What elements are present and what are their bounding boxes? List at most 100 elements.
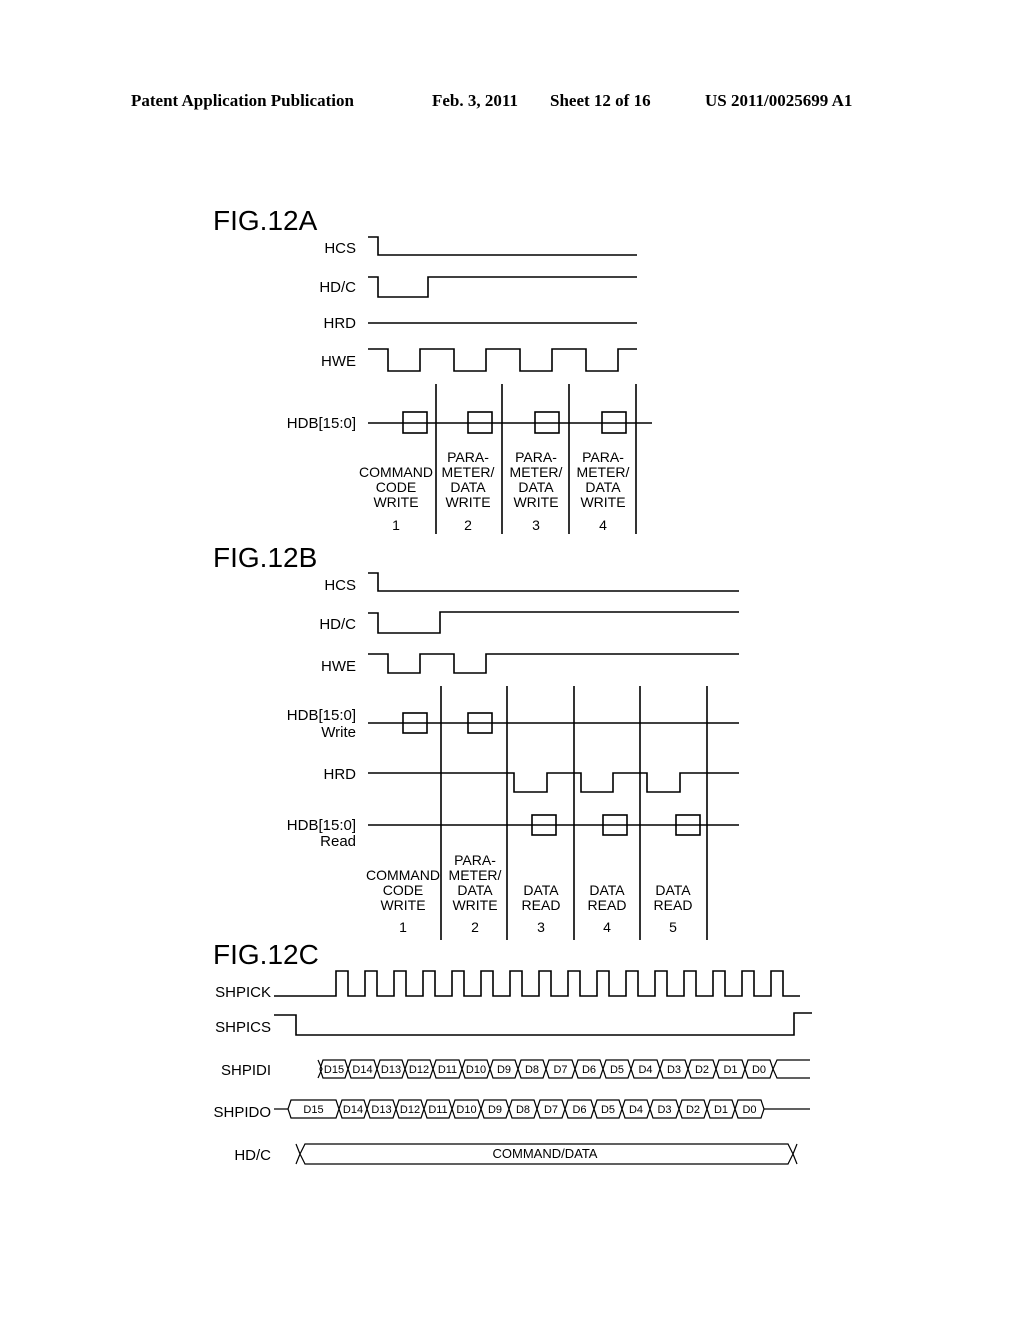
bit-label: D6 [572,1104,586,1116]
fig12a-title: FIG.12A [213,205,318,236]
phase-label-line: METER/ [577,464,630,480]
bit-label: D9 [497,1064,511,1076]
phase-label-line: PARA- [454,852,496,868]
fig12a: FIG.12A HCS HD/C HRD HWE HDB[15:0] COMMA… [213,205,652,534]
bit-label: D11 [428,1104,447,1116]
phase-label-line: DATA [518,479,554,495]
fig12c-title: FIG.12C [213,939,319,970]
bit-label: D3 [657,1104,671,1116]
phase-number: 3 [537,919,545,935]
phase-label-line: DATA [523,882,559,898]
fig12c-hdc-label: COMMAND/DATA [493,1146,598,1161]
phase-number: 4 [599,517,607,533]
fig12a-wave-hwe [368,348,637,372]
phase-label-line: DATA [655,882,691,898]
bit-label: D15 [324,1064,344,1076]
phase-label-line: COMMAND [366,867,440,883]
phase-number: 4 [603,919,611,935]
fig12a-label-hcs: HCS [324,240,356,257]
phase-label-line: CODE [376,479,416,495]
phase-label-line: DATA [589,882,625,898]
fig12c-label-hdc: HD/C [234,1147,271,1164]
fig12a-label-hdc: HD/C [319,279,356,296]
phase-label-line: DATA [450,479,486,495]
fig12b-label-hdb-write: HDB[15:0] [287,707,356,724]
phase-number: 3 [532,517,540,533]
phase-label-line: COMMAND [359,464,433,480]
fig12b: FIG.12B HCS HD/C HWE HDB[15:0] Write HRD… [213,542,739,940]
phase-label-line: DATA [585,479,621,495]
fig12a-label-hdb: HDB[15:0] [287,415,356,432]
bit-label: D7 [544,1104,558,1116]
fig12c-shpidi-cells: D15 D14 D13 D12 D11 D10 D9 D8 D7 D6 D5 D4 D3 D2 D1 D0 [317,1059,810,1079]
bit-label: D14 [343,1104,363,1116]
timing-diagrams: FIG.12A HCS HD/C HRD HWE HDB[15:0] COMMA… [213,205,812,1165]
phase-label-line: WRITE [380,897,425,913]
fig12b-label-hwe: HWE [321,658,356,675]
bit-label: D11 [438,1064,457,1076]
fig12b-label-read: Read [320,833,356,850]
phase-label-line: WRITE [445,494,490,510]
phase-number: 2 [471,919,479,935]
bit-label: D2 [686,1104,700,1116]
bit-label: D0 [742,1104,756,1116]
bit-label: D4 [629,1104,643,1116]
fig12b-phase-labels: COMMANDCODEWRITE1PARA-METER/DATAWRITE2DA… [366,852,692,935]
phase-label-line: PARA- [582,449,624,465]
bit-label: D1 [714,1104,728,1116]
bit-label: D0 [752,1064,766,1076]
bit-label: D15 [303,1104,323,1116]
bit-label: D10 [456,1104,476,1116]
bit-label: D1 [723,1064,737,1076]
fig12a-label-hrd: HRD [324,315,357,332]
fig12b-label-hdb-read: HDB[15:0] [287,817,356,834]
bit-label: D10 [466,1064,486,1076]
phase-label-line: METER/ [510,464,563,480]
bit-label: D13 [381,1064,401,1076]
phase-label-line: DATA [457,882,493,898]
bit-label: D4 [638,1064,652,1076]
bit-label: D5 [601,1104,615,1116]
fig12c-wave-shpics [274,1012,812,1036]
bit-label: D12 [400,1104,420,1116]
bit-label: D14 [352,1064,372,1076]
bit-label: D13 [371,1104,391,1116]
phase-number: 2 [464,517,472,533]
fig12a-wave-hdc [368,276,637,298]
phase-number: 5 [669,919,677,935]
phase-number: 1 [392,517,400,533]
bit-label: D3 [667,1064,681,1076]
bit-label: D6 [582,1064,596,1076]
fig12b-wave-hdc [368,611,739,634]
bit-label: D8 [525,1064,539,1076]
phase-label-line: METER/ [442,464,495,480]
fig12c-shpido-cells: D15 D14 D13 D12 D11 D10 D9 D8 D7 D6 D5 D4 D3 D2 D1 D0 [274,1099,810,1119]
bit-label: D9 [488,1104,502,1116]
phase-label-line: METER/ [449,867,502,883]
fig12c-label-shpick: SHPICK [215,984,271,1001]
bit-label: D7 [553,1064,567,1076]
bit-label: D12 [409,1064,429,1076]
fig12b-label-hrd: HRD [324,766,357,783]
phase-label-line: READ [588,897,627,913]
fig12b-wave-hrd [368,772,739,793]
fig12b-label-write: Write [321,724,356,741]
fig12c-wave-shpick [274,970,800,997]
phase-label-line: WRITE [452,897,497,913]
phase-label-line: CODE [383,882,423,898]
fig12b-title: FIG.12B [213,542,317,573]
fig12b-label-hcs: HCS [324,577,356,594]
fig12a-wave-hcs [368,236,637,256]
fig12b-label-hdc: HD/C [319,616,356,633]
fig12c-label-shpics: SHPICS [215,1019,271,1036]
fig12a-label-hwe: HWE [321,353,356,370]
bit-label: D5 [610,1064,624,1076]
fig12a-phase-labels: COMMANDCODEWRITE1PARA-METER/DATAWRITE2PA… [359,449,630,533]
fig12b-wave-hwe [368,653,739,674]
fig12c-label-shpidi: SHPIDI [221,1062,271,1079]
fig12c-label-shpido: SHPIDO [213,1104,271,1121]
phase-label-line: PARA- [515,449,557,465]
phase-label-line: WRITE [513,494,558,510]
phase-label-line: WRITE [373,494,418,510]
phase-label-line: READ [654,897,693,913]
